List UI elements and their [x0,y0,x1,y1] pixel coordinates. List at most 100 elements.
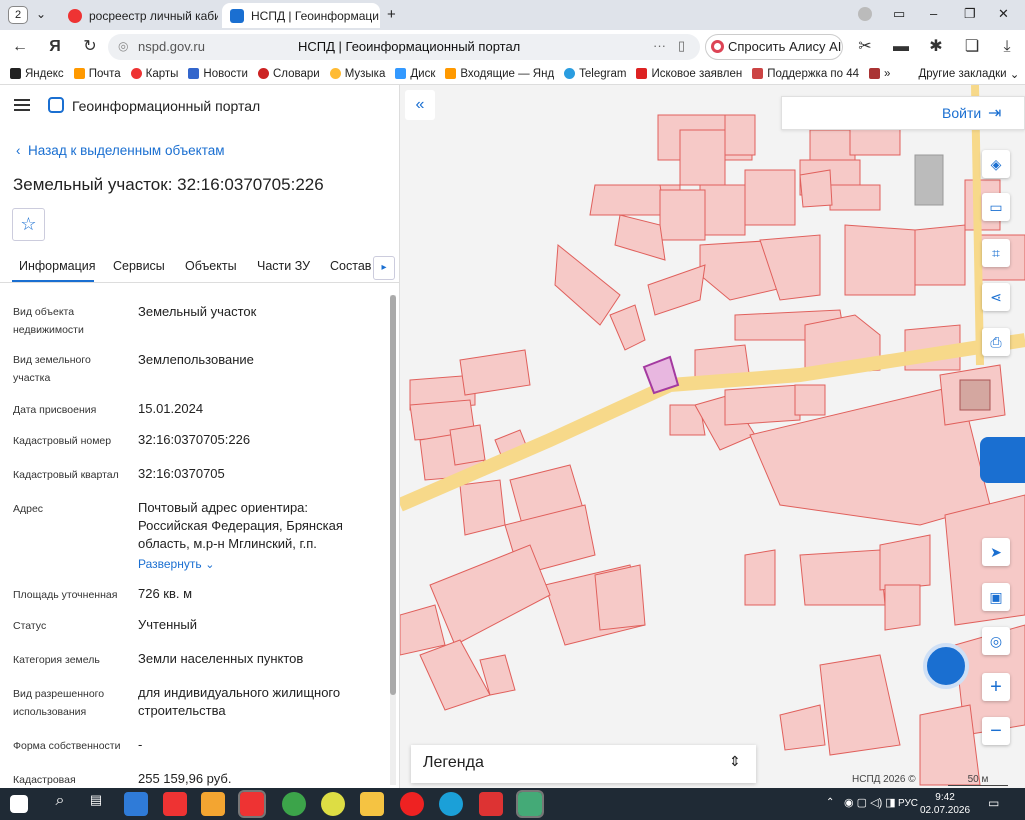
bookmark-item[interactable]: Карты [130,68,178,80]
favorite-star-icon[interactable]: ☆ [12,208,45,241]
browser-tab[interactable]: росреестр личный кабин [60,3,218,28]
tab-title: росреестр личный кабин [89,8,218,23]
select-area-icon[interactable]: ⌗ [982,239,1010,267]
file-explorer-icon[interactable] [360,792,384,816]
yandex-logo-icon[interactable]: Я [43,35,67,59]
tab-info[interactable]: Информация [19,259,96,273]
zoom-in-icon[interactable]: + [982,673,1010,701]
share-icon[interactable]: ⋖ [982,283,1010,311]
bookmark-item[interactable]: Исковое заявлен [636,68,742,80]
puzzle-icon[interactable]: ✱ [924,35,948,59]
collections-icon[interactable]: ❏ [960,35,984,59]
object-title: Земельный участок: 32:16:0370705:226 [13,175,324,194]
bookmark-item[interactable]: Диск [395,68,435,80]
parcel [879,534,931,591]
profile-icon[interactable] [858,7,872,21]
minimize-icon[interactable]: – [930,6,937,21]
app-icon[interactable] [516,790,544,818]
tab-title: НСПД | Геоинформаци [251,8,379,23]
tray-icons[interactable]: ◉ ▢ ◁) ◨ [844,796,896,809]
gosuslugi-icon[interactable] [980,437,1025,483]
login-button[interactable]: Войти [942,105,981,121]
zoom-out-icon[interactable]: − [982,717,1010,745]
portal-logo-icon [48,97,64,113]
legend-panel[interactable]: Легенда ⇕ [411,745,756,783]
task-view-icon[interactable]: ▤ [84,792,108,816]
tab-count-badge[interactable]: 2 [8,6,28,24]
mail-app-icon[interactable] [124,792,148,816]
parcel [609,304,646,351]
expand-link[interactable]: Развернуть ⌄ [138,555,378,574]
app-icon[interactable] [201,792,225,816]
parcel [554,244,621,326]
maximize-icon[interactable]: ❐ [964,6,976,22]
close-icon[interactable]: ✕ [379,8,380,24]
chevron-down-icon[interactable]: ⌄ [36,7,46,21]
security-icon: ◎ [118,39,129,53]
back-icon[interactable]: ← [8,35,32,59]
bookmark-item[interactable]: Словари [257,67,320,80]
back-to-selected-link[interactable]: ‹ Назад к выделенным объектам [16,143,225,158]
search-location-icon[interactable]: ◎ [982,627,1010,655]
language-indicator[interactable]: РУС [898,798,918,809]
download-icon[interactable]: ⤓ [995,35,1019,59]
edge-icon[interactable] [439,792,463,816]
clock[interactable]: 9:42 02.07.2026 [920,791,970,817]
chat-icon[interactable] [923,643,969,689]
bookmark-label: Новости [203,67,248,80]
other-bookmarks[interactable]: Другие закладки ⌄ [918,67,1019,81]
chrome-icon[interactable] [282,792,306,816]
address-bar[interactable]: ◎ nspd.gov.ru НСПД | Геоинформационный п… [108,34,700,60]
notifications-icon[interactable]: ▭ [893,6,905,22]
yandex-browser-icon[interactable] [238,790,266,818]
bookmark-item[interactable]: Telegram [564,68,626,80]
field-value: Учтенный [138,617,198,632]
bookmarks-overflow[interactable]: » [869,68,890,80]
bookmark-item[interactable]: Поддержка по 44 [752,68,859,80]
windows-start-icon[interactable] [10,795,28,813]
expand-legend-icon[interactable]: ⇕ [729,753,741,770]
app-icon[interactable] [321,792,345,816]
ruler-icon[interactable]: ▭ [982,193,1010,221]
layers-icon[interactable]: ◈ [982,150,1010,178]
bookmark-item[interactable]: Входящие — Янд [445,68,554,80]
field-value: Земли населенных пунктов [138,651,304,666]
tab-composition[interactable]: Состав [330,259,371,273]
extension-icon[interactable]: ✂ [853,35,877,59]
ask-alice-button[interactable]: Спросить Алису AI [705,34,843,60]
reload-icon[interactable]: ↻ [78,35,102,59]
bookmark-item[interactable]: Яндекс [10,68,64,80]
expand-label: Развернуть [138,557,202,571]
geolocation-icon[interactable]: ➤ [982,538,1010,566]
new-tab-button[interactable]: + [387,6,396,23]
print-icon[interactable]: ⎙ [982,328,1010,356]
bookmark-label: Словари [272,67,320,80]
yandex-app-icon[interactable] [163,792,187,816]
tab-services[interactable]: Сервисы [113,259,165,273]
cadastral-map[interactable]: « Войти ⇥ ◈ ▭ ⌗ ⋖ ⎙ ➤ ▣ ◎ + − Легенда ⇕ … [400,85,1025,788]
bookmark-icon[interactable]: ▯ [678,38,685,54]
wps-icon[interactable] [479,792,503,816]
field-label: Форма собственности [13,740,121,752]
menu-icon[interactable] [14,99,30,111]
basemap-icon[interactable]: ▣ [982,583,1010,611]
browser-tab-active[interactable]: НСПД | Геоинформаци ✕ [222,3,380,28]
bookmark-item[interactable]: Музыка [329,68,385,80]
login-icon[interactable]: ⇥ [988,103,1001,123]
search-icon[interactable]: ⌕ [48,792,72,816]
scrollbar-thumb[interactable] [390,295,396,695]
chevron-right-icon[interactable]: ▸ [373,256,395,280]
url-text: nspd.gov.ru [138,39,205,54]
bookmark-item[interactable]: Новости [188,68,248,80]
notification-center-icon[interactable]: ▭ [988,796,999,810]
opera-icon[interactable] [400,792,424,816]
parcel [449,424,486,466]
more-icon[interactable]: ··· [653,38,666,53]
tray-chevron-icon[interactable]: ⌃ [826,797,834,808]
bookmark-item[interactable]: Почта [73,68,121,80]
tab-objects[interactable]: Объекты [185,259,237,273]
vpn-icon[interactable]: ▬ [889,35,913,59]
close-window-icon[interactable]: ✕ [998,6,1009,22]
tab-parts[interactable]: Части ЗУ [257,259,310,273]
collapse-panel-icon[interactable]: « [405,90,435,120]
